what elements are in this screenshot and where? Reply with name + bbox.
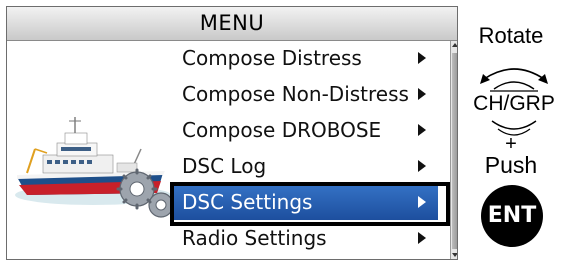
- menu-item-label: Radio Settings: [182, 226, 327, 250]
- submenu-arrow-icon: [418, 124, 426, 136]
- menu-item-label: DSC Log: [182, 154, 267, 178]
- menu-list: Compose Distress Compose Non-Distress Co…: [172, 40, 438, 256]
- scroll-down-arrow-icon[interactable]: [451, 250, 457, 259]
- menu-item-label: Compose Distress: [182, 46, 362, 70]
- menu-item-label: Compose DROBOSE: [182, 118, 382, 142]
- menu-item-compose-drobose[interactable]: Compose DROBOSE: [172, 112, 438, 148]
- ent-button[interactable]: ENT: [481, 185, 543, 247]
- menu-item-dsc-settings[interactable]: DSC Settings: [172, 184, 438, 220]
- submenu-arrow-icon: [418, 232, 426, 244]
- push-instruction: Push: [484, 152, 538, 178]
- menu-item-label: Compose Non-Distress: [182, 82, 409, 106]
- menu-item-dsc-log[interactable]: DSC Log: [172, 148, 438, 184]
- menu-item-compose-distress[interactable]: Compose Distress: [172, 40, 438, 76]
- submenu-arrow-icon: [418, 88, 426, 100]
- menu-item-radio-settings[interactable]: Radio Settings: [172, 220, 438, 256]
- ship-illustration: [15, 117, 174, 218]
- knob-label: CH/GRP: [473, 92, 555, 115]
- submenu-arrow-icon: [418, 196, 426, 208]
- menu-title: MENU: [7, 7, 457, 41]
- rotate-instruction: Rotate: [478, 23, 544, 48]
- submenu-arrow-icon: [418, 52, 426, 64]
- menu-item-compose-non-distress[interactable]: Compose Non-Distress: [172, 76, 438, 112]
- submenu-arrow-icon: [418, 160, 426, 172]
- menu-item-label: DSC Settings: [182, 190, 313, 214]
